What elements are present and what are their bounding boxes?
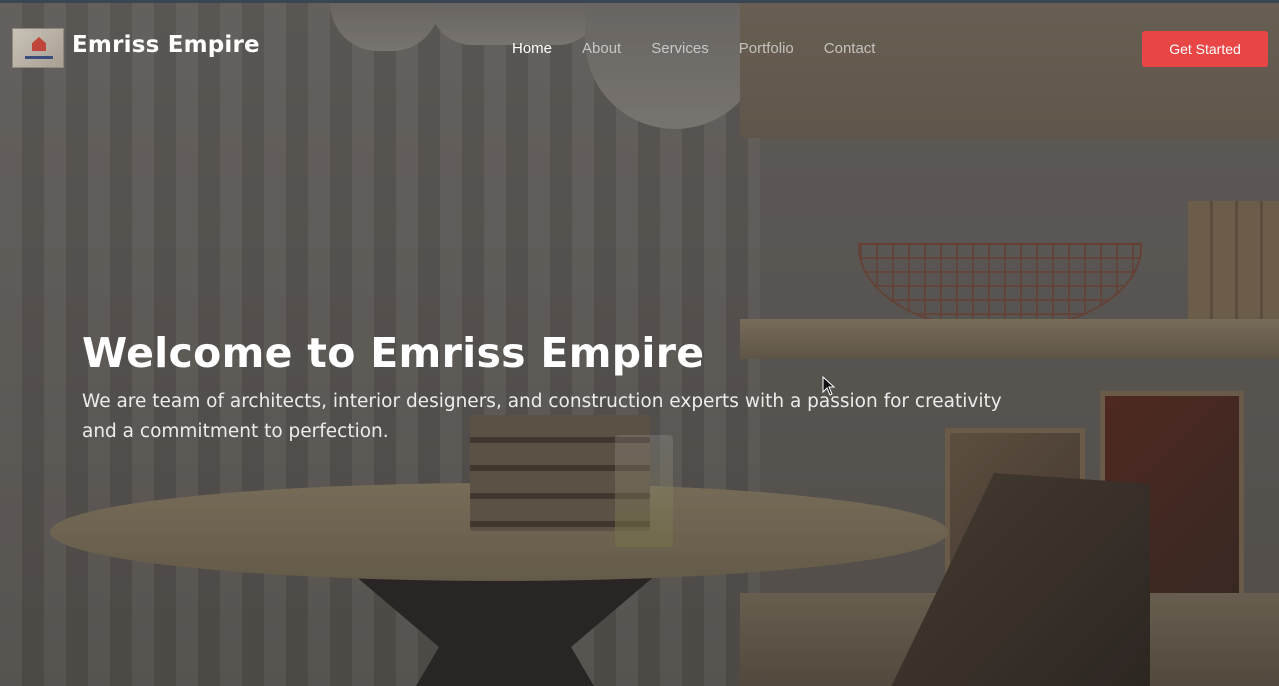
logo-tagline-bar <box>25 56 53 59</box>
house-icon <box>32 37 46 51</box>
nav-home[interactable]: Home <box>512 40 552 57</box>
site-header: Emriss Empire Home About Services Portfo… <box>0 3 1279 93</box>
nav-portfolio[interactable]: Portfolio <box>739 40 794 57</box>
hero-section: Welcome to Emriss Empire We are team of … <box>0 3 1279 686</box>
hero-title: Welcome to Emriss Empire <box>82 329 705 377</box>
brand-name[interactable]: Emriss Empire <box>72 32 260 58</box>
hero-subtitle: We are team of architects, interior desi… <box>82 391 1002 442</box>
get-started-button[interactable]: Get Started <box>1142 31 1268 67</box>
nav-about[interactable]: About <box>582 40 621 57</box>
nav-services[interactable]: Services <box>651 40 709 57</box>
main-nav: Home About Services Portfolio Contact <box>512 40 905 57</box>
nav-contact[interactable]: Contact <box>824 40 876 57</box>
emriss-empire-logo-icon[interactable] <box>12 28 64 68</box>
